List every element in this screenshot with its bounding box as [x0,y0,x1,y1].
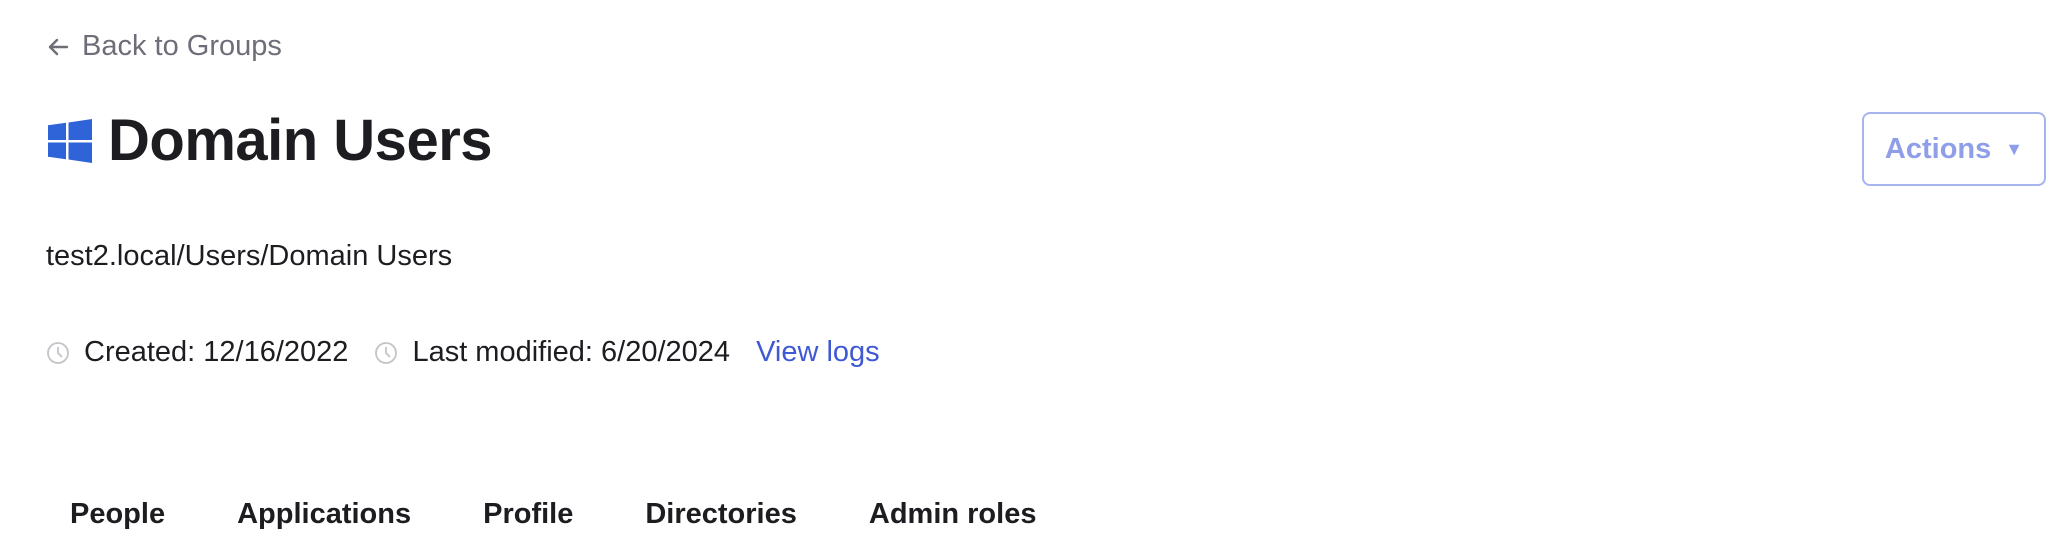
group-metadata: Created: 12/16/2022 Last modified: 6/20/… [46,336,880,369]
clock-icon [47,341,69,364]
view-logs-link[interactable]: View logs [756,336,880,369]
caret-down-icon: ▼ [2005,138,2024,159]
tab-directories[interactable]: Directories [645,498,797,531]
created-item: Created: 12/16/2022 [46,336,348,369]
tab-profile[interactable]: Profile [483,498,573,531]
actions-dropdown-button[interactable]: Actions ▼ [1862,112,2046,186]
modified-item: Last modified: 6/20/2024 [374,336,730,369]
windows-logo-icon [48,119,92,163]
group-header: Domain Users [48,108,493,173]
arrow-left-icon [48,38,69,55]
group-tabs: People Applications Profile Directories … [70,498,1036,531]
clock-icon [375,341,398,364]
page-title: Domain Users [108,108,493,173]
last-modified-date: Last modified: 6/20/2024 [412,336,731,368]
tab-admin-roles[interactable]: Admin roles [869,498,1037,531]
group-path: test2.local/Users/Domain Users [46,240,453,272]
tab-applications[interactable]: Applications [237,498,411,531]
created-date: Created: 12/16/2022 [84,336,349,368]
actions-label: Actions [1884,132,1992,165]
tab-people[interactable]: People [70,498,165,531]
back-to-groups-link[interactable]: Back to Groups [46,30,282,63]
back-to-groups-label: Back to Groups [82,30,282,62]
